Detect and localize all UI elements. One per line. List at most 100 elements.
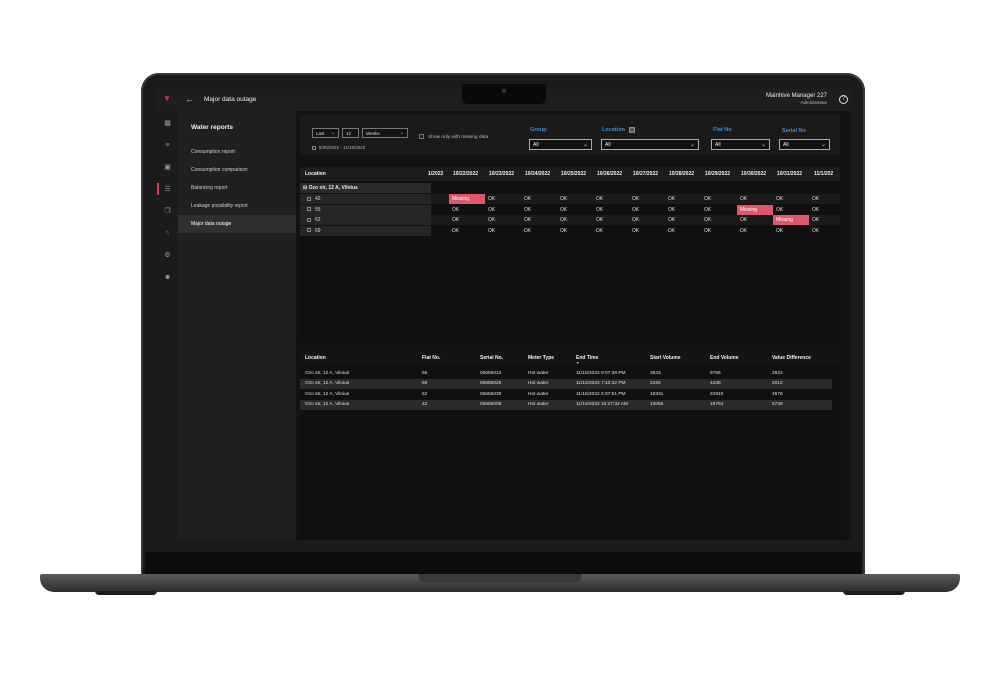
- status-ok-cell[interactable]: OK: [665, 194, 701, 204]
- status-ok-cell[interactable]: OK: [737, 226, 773, 236]
- status-ok-cell[interactable]: OK: [521, 226, 557, 236]
- table-row[interactable]: Ozo str, 12 A, Vilnius 55 05656012 Hot wate…: [300, 368, 832, 379]
- status-ok-cell[interactable]: OK: [485, 194, 521, 204]
- status-ok-cell[interactable]: OK: [809, 205, 840, 215]
- serial-filter-select[interactable]: All ⌄: [779, 139, 830, 150]
- status-ok-cell[interactable]: OK: [701, 205, 737, 215]
- back-arrow-icon[interactable]: ←: [185, 94, 194, 104]
- column-header-serial-no[interactable]: Serial No.: [480, 355, 503, 361]
- status-ok-cell[interactable]: OK: [809, 194, 840, 204]
- status-ok-cell[interactable]: OK: [737, 215, 773, 225]
- location-group-row[interactable]: ⊟ Ozo str, 12 A, Vilnius: [300, 183, 431, 193]
- table-row[interactable]: Ozo str, 12 A, Vilnius 62 05656039 Hot wate…: [300, 389, 832, 400]
- status-ok-cell[interactable]: OK: [449, 226, 485, 236]
- status-ok-cell[interactable]: OK: [665, 226, 701, 236]
- status-ok-cell[interactable]: OK: [593, 205, 629, 215]
- flat-cell: 62: [300, 215, 431, 225]
- location-filter-select[interactable]: All ⌄: [601, 139, 699, 150]
- end-volume-cell: 6766: [710, 370, 721, 376]
- status-ok-cell[interactable]: OK: [557, 194, 593, 204]
- status-ok-cell[interactable]: OK: [449, 215, 485, 225]
- user-icon[interactable]: ☻: [163, 273, 172, 282]
- status-ok-cell[interactable]: OK: [629, 205, 665, 215]
- meter-type-cell: Hot water: [528, 402, 549, 407]
- period-mode-select[interactable]: Last ⌄: [312, 128, 339, 138]
- status-ok-cell[interactable]: OK: [629, 215, 665, 225]
- status-ok-cell[interactable]: OK: [557, 215, 593, 225]
- gear-icon[interactable]: ⚙: [163, 251, 172, 260]
- status-ok-cell[interactable]: OK: [809, 226, 840, 236]
- column-header-location: Location: [305, 171, 326, 177]
- status-ok-cell[interactable]: OK: [773, 205, 809, 215]
- help-icon[interactable]: ?: [839, 95, 848, 104]
- status-ok-cell[interactable]: OK: [521, 205, 557, 215]
- outage-row[interactable]: 55 OK OK OK OK OK OK OK OK Missing OK OK: [300, 204, 840, 215]
- status-ok-cell[interactable]: OK: [593, 226, 629, 236]
- location-cell: Ozo str, 12 A, Vilnius: [305, 381, 350, 386]
- status-ok-cell[interactable]: OK: [593, 194, 629, 204]
- flat-filter-select[interactable]: All ⌄: [711, 139, 770, 150]
- user-name[interactable]: Mainhive Manager 227: [766, 93, 827, 99]
- status-ok-cell[interactable]: OK: [773, 194, 809, 204]
- dashboard-icon[interactable]: ▦: [163, 119, 172, 128]
- brand-logo-icon[interactable]: ▼: [163, 95, 171, 103]
- status-ok-cell[interactable]: OK: [701, 194, 737, 204]
- status-ok-cell[interactable]: OK: [665, 215, 701, 225]
- column-header-end-volume[interactable]: End Volume: [710, 355, 739, 361]
- status-missing-cell[interactable]: Missing: [773, 215, 809, 225]
- column-header-location[interactable]: Location: [305, 355, 326, 361]
- status-ok-cell[interactable]: OK: [521, 194, 557, 204]
- status-ok-cell[interactable]: OK: [485, 215, 521, 225]
- column-header-start-volume[interactable]: Start Volume: [650, 355, 680, 361]
- table-row[interactable]: Ozo str, 12 A, Vilnius 69 05656025 Hot wate…: [300, 378, 832, 389]
- serial-no-cell: 05656039: [480, 391, 502, 397]
- outage-row[interactable]: 42 Missing OK OK OK OK OK OK OK OK OK OK: [300, 194, 840, 204]
- sidebar-item-consumption-comparison[interactable]: Consumption comparison: [178, 161, 296, 179]
- status-missing-cell[interactable]: Missing: [449, 194, 485, 204]
- outage-row[interactable]: 62 OK OK OK OK OK OK OK OK OK Missing OK: [300, 215, 840, 225]
- list-settings-icon[interactable]: ≡: [163, 141, 172, 150]
- status-ok-cell[interactable]: OK: [701, 215, 737, 225]
- sidebar-item-consumption-report[interactable]: Consumption report: [178, 143, 296, 161]
- status-ok-cell[interactable]: OK: [593, 215, 629, 225]
- sidebar-item-major-data-outage[interactable]: Major data outage: [178, 215, 296, 233]
- sidebar-item-leakage-report[interactable]: Leakage possibility report: [178, 197, 296, 215]
- outage-row[interactable]: 69 OK OK OK OK OK OK OK OK OK OK OK: [300, 225, 840, 236]
- table-row[interactable]: Ozo str, 12 A, Vilnius 42 05656008 Hot wate…: [300, 399, 832, 410]
- serial-no-cell: 05656012: [480, 370, 502, 376]
- status-ok-cell[interactable]: OK: [665, 205, 701, 215]
- status-ok-cell[interactable]: OK: [701, 226, 737, 236]
- column-header-date: 10/24/2022: [525, 171, 551, 177]
- chevron-down-icon: ⌄: [820, 142, 826, 148]
- column-header-value-difference[interactable]: Value Difference: [772, 355, 811, 361]
- status-ok-cell[interactable]: OK: [485, 205, 521, 215]
- sort-desc-icon[interactable]: ▼: [576, 361, 579, 365]
- column-header-flat-no[interactable]: Flat No.: [422, 355, 440, 361]
- status-ok-cell[interactable]: OK: [557, 205, 593, 215]
- period-mode-value: Last: [316, 131, 325, 136]
- status-ok-cell[interactable]: OK: [449, 205, 485, 215]
- status-ok-cell[interactable]: OK: [629, 226, 665, 236]
- group-filter-select[interactable]: All ⌄: [529, 139, 592, 150]
- copy-icon[interactable]: ❐: [163, 207, 172, 216]
- start-volume-cell: 3843: [650, 370, 661, 376]
- status-ok-cell[interactable]: OK: [773, 226, 809, 236]
- missing-only-checkbox[interactable]: Show only with missing data: [419, 134, 488, 140]
- location-filter-icon[interactable]: ▦: [629, 127, 635, 133]
- bell-icon[interactable]: ♮: [163, 229, 172, 238]
- status-ok-cell[interactable]: OK: [485, 226, 521, 236]
- period-count-input[interactable]: 12: [342, 128, 359, 138]
- checkbox-icon[interactable]: [419, 134, 424, 139]
- status-ok-cell[interactable]: OK: [737, 194, 773, 204]
- status-ok-cell[interactable]: OK: [557, 226, 593, 236]
- sidebar-item-balancing-report[interactable]: Balancing report: [178, 179, 296, 197]
- period-unit-select[interactable]: Weeks ⌄: [362, 128, 408, 138]
- status-ok-cell[interactable]: OK: [809, 215, 840, 225]
- column-header-meter-type[interactable]: Meter Type: [528, 355, 554, 361]
- reports-icon[interactable]: ☰: [163, 185, 172, 194]
- status-ok-cell[interactable]: OK: [629, 194, 665, 204]
- status-ok-cell[interactable]: OK: [521, 215, 557, 225]
- chevron-down-icon: ⌄: [330, 130, 335, 136]
- status-missing-cell[interactable]: Missing: [737, 204, 773, 215]
- image-icon[interactable]: ▣: [163, 163, 172, 172]
